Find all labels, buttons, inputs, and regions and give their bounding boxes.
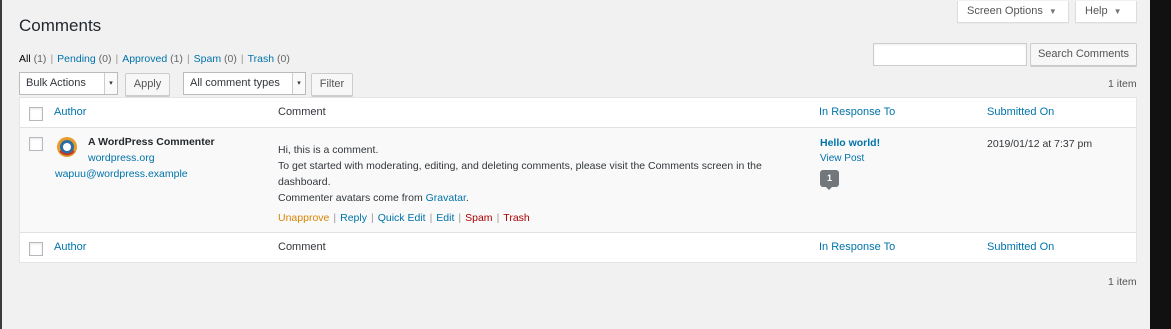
filter-spam[interactable]: Spam (0)	[194, 53, 237, 65]
separator: |	[333, 212, 337, 224]
comment-types-value: All comment types	[190, 77, 280, 89]
separator: |	[370, 212, 374, 224]
trash-link[interactable]: Trash	[503, 212, 529, 224]
column-author[interactable]: Author	[54, 241, 86, 253]
comment-types-select[interactable]: All comment types ▾	[183, 72, 306, 95]
search-input[interactable]	[873, 43, 1027, 66]
comments-table: Author Comment In Response To Submitted …	[19, 97, 1137, 263]
comment-line: Hi, this is a comment.	[278, 144, 379, 156]
spam-link[interactable]: Spam	[465, 212, 492, 224]
separator: |	[496, 212, 500, 224]
row-checkbox[interactable]	[29, 137, 43, 151]
author-url-link[interactable]: wordpress.org	[88, 152, 155, 164]
separator: |	[50, 53, 54, 65]
filter-approved[interactable]: Approved (1)	[122, 53, 183, 65]
select-all-checkbox-footer[interactable]	[29, 242, 43, 256]
column-author[interactable]: Author	[54, 106, 86, 118]
bulk-actions-select[interactable]: Bulk Actions ▾	[19, 72, 118, 95]
unapprove-link[interactable]: Unapprove	[278, 212, 329, 224]
author-email-link[interactable]: wapuu@wordpress.example	[55, 168, 188, 180]
quick-edit-link[interactable]: Quick Edit	[378, 212, 426, 224]
author-name: A WordPress Commenter	[88, 136, 215, 148]
column-comment: Comment	[278, 106, 326, 118]
reply-link[interactable]: Reply	[340, 212, 367, 224]
submitted-date: 2019/01/12 at 7:37 pm	[987, 138, 1093, 150]
table-row: A WordPress Commenter wordpress.org wapu…	[20, 128, 1136, 232]
items-count-top: 1 item	[1108, 78, 1137, 90]
separator: |	[115, 53, 119, 65]
filter-button[interactable]: Filter	[311, 73, 353, 96]
separator: |	[429, 212, 433, 224]
filter-trash[interactable]: Trash (0)	[248, 53, 290, 65]
status-filter-links: All (1) | Pending (0) | Approved (1) | Spam (0…	[19, 53, 290, 65]
window-right-edge	[1150, 0, 1171, 329]
table-footer-row: Author Comment In Response To Submitted …	[20, 232, 1136, 262]
comment-count-bubble[interactable]: 1	[820, 170, 839, 190]
screen-options-label: Screen Options	[967, 5, 1043, 17]
row-actions: Unapprove | Reply | Quick Edit | Edit | Spam | Tra…	[278, 212, 530, 224]
search-comments-button[interactable]: Search Comments	[1030, 43, 1137, 66]
column-comment: Comment	[278, 241, 326, 253]
window-left-edge	[0, 0, 2, 329]
separator: |	[458, 212, 462, 224]
response-post-link[interactable]: Hello world!	[820, 137, 880, 149]
column-in-response-to[interactable]: In Response To	[819, 241, 895, 253]
edit-link[interactable]: Edit	[436, 212, 454, 224]
separator: |	[240, 53, 244, 65]
column-submitted-on[interactable]: Submitted On	[987, 241, 1054, 253]
view-post-link[interactable]: View Post	[820, 153, 864, 164]
gravatar-link[interactable]: Gravatar	[426, 192, 466, 204]
caret-down-icon: ▼	[1113, 7, 1122, 16]
table-header-row: Author Comment In Response To Submitted …	[20, 98, 1136, 128]
screen-options-button[interactable]: Screen Options ▼	[957, 1, 1069, 23]
caret-down-icon: ▼	[1048, 7, 1057, 16]
comment-line: To get started with moderating, editing,…	[278, 160, 762, 188]
comment-line: Commenter avatars come from Gravatar.	[278, 192, 469, 204]
avatar-icon	[57, 137, 77, 157]
comment-text: Hi, this is a comment. To get started wi…	[278, 142, 798, 206]
separator: |	[186, 53, 190, 65]
bubble-tail-icon	[825, 186, 833, 190]
filter-all[interactable]: All (1)	[19, 53, 46, 65]
dropdown-arrow-icon: ▾	[104, 73, 117, 94]
help-label: Help	[1085, 5, 1108, 17]
items-count-bottom: 1 item	[1108, 276, 1137, 288]
select-all-checkbox[interactable]	[29, 107, 43, 121]
bulk-actions-value: Bulk Actions	[26, 77, 86, 89]
page-title: Comments	[19, 16, 102, 35]
help-button[interactable]: Help ▼	[1075, 1, 1137, 23]
column-submitted-on[interactable]: Submitted On	[987, 106, 1054, 118]
dropdown-arrow-icon: ▾	[292, 73, 305, 94]
column-in-response-to[interactable]: In Response To	[819, 106, 895, 118]
comment-count: 1	[826, 173, 832, 183]
apply-button[interactable]: Apply	[125, 73, 170, 96]
filter-pending[interactable]: Pending (0)	[57, 53, 111, 65]
